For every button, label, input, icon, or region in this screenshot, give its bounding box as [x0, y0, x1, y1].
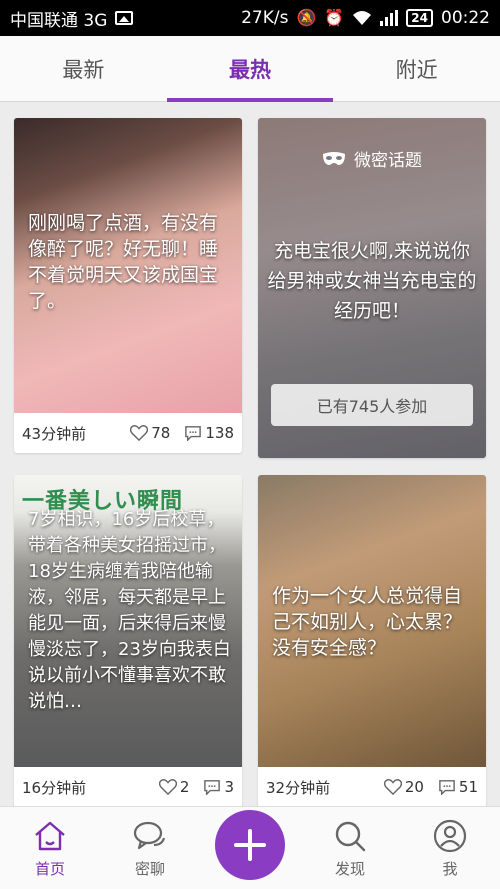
comment-icon [185, 426, 202, 441]
status-bar: 中国联通 3G 27K/s 🔕 ⏰ 24 00:22 [0, 0, 500, 36]
like-count[interactable]: 78 [130, 424, 170, 442]
like-count-value: 20 [404, 778, 424, 796]
heart-icon [130, 425, 149, 441]
post-meta: 43分钟前 78 138 [14, 413, 242, 453]
nav-discover-label: 发现 [334, 860, 365, 878]
post-time: 16分钟前 [22, 778, 87, 797]
nav-add-wrapper [200, 807, 300, 889]
battery-icon: 24 [406, 9, 433, 27]
wifi-icon [353, 11, 372, 25]
post-card[interactable]: 刚刚喝了点酒，有没有像醉了呢？好无聊！睡不着觉明天又该成国宝了。 43分钟前 7… [14, 118, 242, 453]
like-count-value: 78 [151, 424, 171, 442]
tab-hottest[interactable]: 最热 [166, 36, 334, 102]
nav-chat-label: 密聊 [134, 860, 165, 878]
post-time: 43分钟前 [22, 424, 87, 443]
post-time: 32分钟前 [266, 778, 331, 797]
profile-icon [433, 819, 467, 853]
comment-count[interactable]: 3 [203, 778, 234, 796]
mute-icon: 🔕 [296, 8, 317, 27]
network-speed: 27K/s [241, 8, 289, 28]
like-count-value: 2 [179, 778, 190, 796]
signal-icon [380, 10, 399, 26]
like-count[interactable]: 20 [383, 778, 424, 796]
like-count[interactable]: 2 [158, 778, 190, 796]
join-topic-button[interactable]: 已有745人参加 [271, 384, 473, 426]
comment-icon [204, 780, 221, 795]
post-meta: 32分钟前 20 51 [258, 767, 486, 806]
comment-icon [439, 780, 455, 795]
nav-chat[interactable]: 密聊 [100, 807, 200, 889]
alarm-icon: ⏰ [324, 8, 345, 27]
post-feed[interactable]: 刚刚喝了点酒，有没有像醉了呢？好无聊！睡不着觉明天又该成国宝了。 43分钟前 7… [0, 103, 500, 806]
nav-home-label: 首页 [34, 860, 65, 878]
bottom-nav-bar: 首页 密聊 发现 我 [0, 806, 500, 889]
nav-me-label: 我 [442, 860, 458, 878]
topic-label: 微密话题 [354, 151, 422, 171]
plus-icon [234, 829, 266, 861]
topic-header: 微密话题 [258, 146, 486, 171]
comment-count-value: 3 [224, 778, 234, 796]
post-meta: 16分钟前 2 3 [14, 767, 242, 806]
comment-count-value: 138 [205, 424, 234, 442]
top-tab-bar: 最新 最热 附近 [0, 36, 500, 102]
nav-discover[interactable]: 发现 [300, 807, 400, 889]
chat-icon [133, 821, 166, 850]
image-notification-icon [115, 11, 134, 25]
heart-icon [158, 779, 177, 795]
post-card[interactable]: 作为一个女人总觉得自己不如别人，心太累？没有安全感？ 32分钟前 20 51 [258, 475, 486, 806]
post-caption: 刚刚喝了点酒，有没有像醉了呢？好无聊！睡不着觉明天又该成国宝了。 [28, 212, 219, 312]
mask-icon [323, 151, 345, 165]
clock: 00:22 [441, 8, 490, 28]
comment-count-value: 51 [458, 778, 478, 796]
post-caption: 7岁相识，16岁后校草，带着各种美女招摇过市，18岁生病缠着我陪他输液，邻居，每… [28, 509, 231, 712]
post-card[interactable]: 一番美しい瞬間 7岁相识，16岁后校草，带着各种美女招摇过市，18岁生病缠着我陪… [14, 475, 242, 806]
carrier-label: 中国联通 3G [10, 10, 108, 31]
tab-latest[interactable]: 最新 [0, 36, 167, 101]
tab-nearby[interactable]: 附近 [333, 36, 500, 101]
nav-home[interactable]: 首页 [0, 807, 100, 889]
search-icon [335, 821, 366, 852]
add-post-button[interactable] [215, 810, 285, 880]
comment-count[interactable]: 138 [184, 424, 234, 442]
home-icon [35, 821, 65, 851]
post-caption: 作为一个女人总觉得自己不如别人，心太累？没有安全感？ [272, 585, 463, 659]
heart-icon [383, 779, 402, 795]
topic-card[interactable]: 微密话题 充电宝很火啊,来说说你给男神或女神当充电宝的经历吧！ 已有745人参加 [258, 118, 486, 458]
comment-count[interactable]: 51 [438, 778, 478, 796]
nav-me[interactable]: 我 [400, 807, 500, 889]
topic-caption: 充电宝很火啊,来说说你给男神或女神当充电宝的经历吧！ [267, 240, 477, 322]
